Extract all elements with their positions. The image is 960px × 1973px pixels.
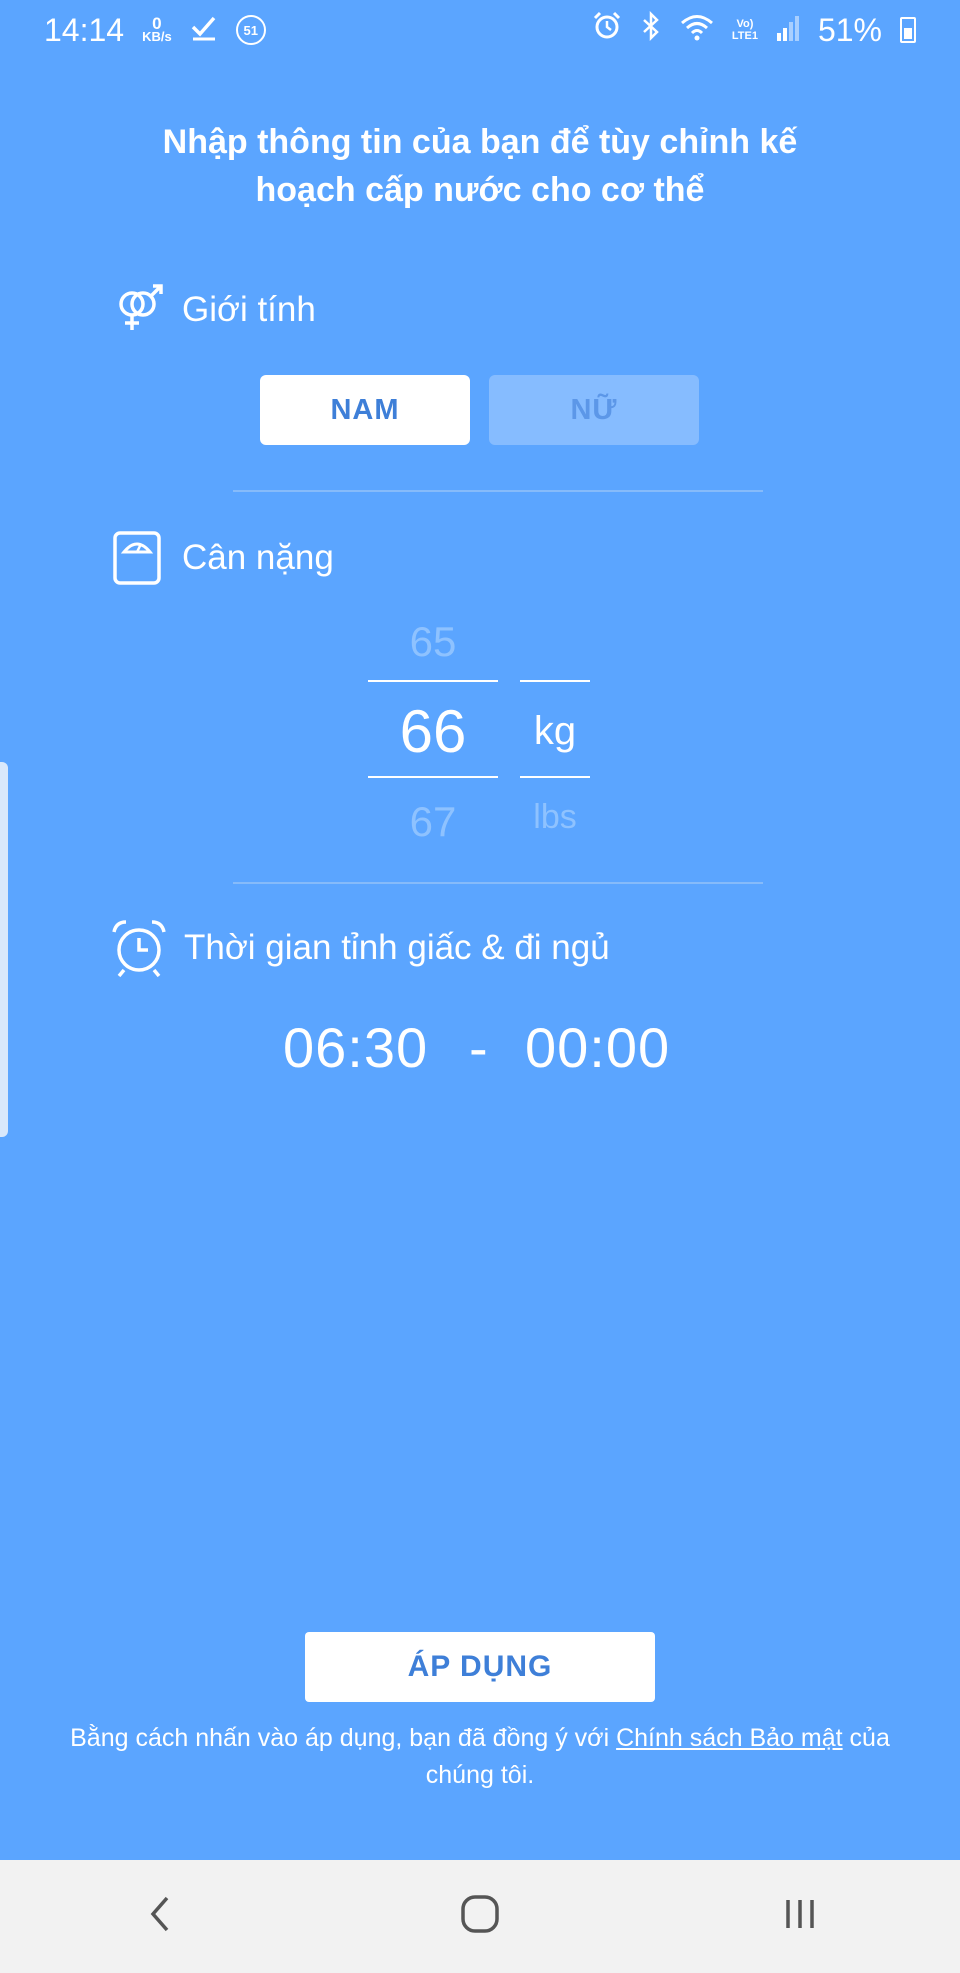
privacy-policy-link[interactable]: Chính sách Bảo mật [616,1724,843,1752]
unit-picker-bottom-line [520,776,590,778]
consent-prefix: Bằng cách nhấn vào áp dụng, bạn đã đồng … [70,1724,617,1752]
alarm-icon [592,11,622,49]
gender-label: Giới tính [182,290,316,329]
battery-percent: 51% [817,11,882,48]
download-check-icon [190,12,218,49]
weight-value[interactable]: 66 [368,697,498,766]
status-bar: 14:14 0 KB/s 51 Vo) LTE1 51% [0,0,960,60]
network-label-top: Vo) [736,18,754,30]
bluetooth-icon [640,10,662,49]
consent-text: Bằng cách nhấn vào áp dụng, bạn đã đồng … [70,1720,890,1794]
weight-prev-value[interactable]: 65 [368,618,498,666]
back-button[interactable] [100,1877,220,1957]
edge-panel-handle[interactable] [0,762,8,1137]
gender-female-button[interactable]: NỮ [489,375,699,445]
weight-section-label: Cân nặng [110,528,334,588]
back-icon [145,1894,175,1939]
apply-button[interactable]: ÁP DỤNG [305,1632,655,1702]
network-label-bottom: LTE1 [731,30,758,42]
sleep-label: Thời gian tỉnh giấc & đi ngủ [184,928,610,967]
recent-apps-icon [780,1894,820,1939]
page-title: Nhập thông tin của bạn để tùy chỉnh kế h… [162,123,798,209]
weight-label: Cân nặng [182,538,334,577]
status-bar-left: 14:14 0 KB/s 51 [44,12,266,49]
weight-picker-top-line [368,680,498,682]
home-button[interactable] [420,1877,540,1957]
home-icon [459,1893,501,1940]
gender-male-button[interactable]: NAM [260,375,470,445]
signal-icon [776,12,800,49]
divider [233,490,763,492]
weight-next-value[interactable]: 67 [368,798,498,846]
unit-picker-top-line [520,680,590,682]
time-separator: - [469,1016,489,1079]
wifi-icon [680,12,714,49]
weight-unit[interactable]: kg [515,709,595,754]
weight-picker-bottom-line [368,776,498,778]
weight-alt-unit[interactable]: lbs [515,798,595,837]
data-speed-indicator: 0 KB/s [142,15,172,44]
wake-time[interactable]: 06:30 [283,1015,428,1080]
network-type-indicator: Vo) LTE1 [732,18,758,42]
gender-section-label: Giới tính [110,282,316,338]
alarm-clock-icon [110,918,168,978]
scale-icon [110,528,166,588]
notification-count-badge: 51 [235,15,266,45]
navigation-bar [0,1860,960,1973]
divider [233,882,763,884]
battery-icon [900,17,916,43]
data-speed-unit: KB/s [142,29,172,44]
bed-time[interactable]: 00:00 [525,1015,670,1080]
status-time: 14:14 [44,11,125,48]
sleep-section-label: Thời gian tỉnh giấc & đi ngủ [110,918,610,978]
recent-apps-button[interactable] [740,1877,860,1957]
gender-icon [110,282,166,338]
status-bar-right: Vo) LTE1 51% [592,10,916,49]
